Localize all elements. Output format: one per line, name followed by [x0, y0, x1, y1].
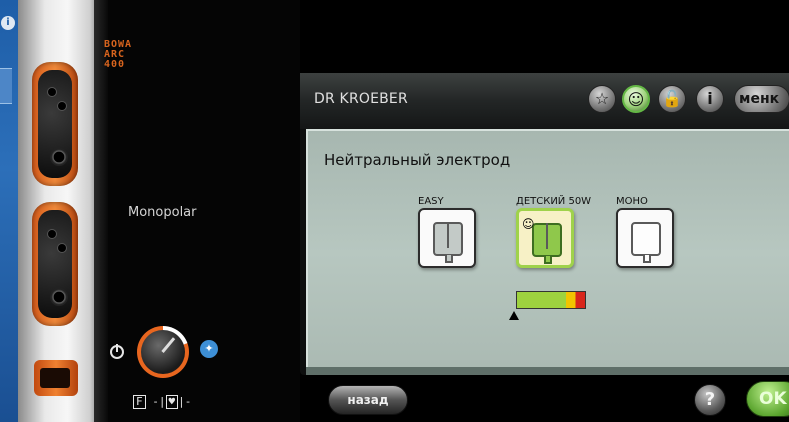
- device-housing: [18, 0, 108, 422]
- pad-stem: [544, 256, 552, 264]
- ok-button[interactable]: OK: [746, 381, 789, 417]
- option-easy-button[interactable]: [418, 208, 476, 268]
- menu-button[interactable]: менк: [734, 85, 789, 113]
- logo-line: 400: [104, 59, 126, 70]
- child-pad-icon: [532, 223, 562, 264]
- option-mono-button[interactable]: [616, 208, 674, 268]
- adjacent-panel: [0, 68, 12, 104]
- profile-name: DR KROEBER: [314, 91, 408, 107]
- socket-pin: [58, 102, 66, 110]
- child-icon: ☺: [522, 217, 535, 231]
- monopolar-socket-2[interactable]: [32, 202, 78, 326]
- top-bar: DR KROEBER ☆ ☺ 🔓 i менк: [300, 73, 789, 129]
- lock-icon[interactable]: 🔓: [658, 85, 686, 113]
- monopolar-socket-1[interactable]: [32, 62, 78, 186]
- socket-pin: [48, 230, 56, 238]
- footswitch-icon[interactable]: ✦: [200, 340, 218, 358]
- child-mode-icon[interactable]: ☺: [622, 85, 650, 113]
- heart-icon: ♥: [165, 395, 179, 409]
- power-pointer-icon: [509, 311, 519, 320]
- info-icon: i: [1, 16, 15, 30]
- socket-main-pin: [50, 148, 68, 166]
- power-icon[interactable]: [110, 344, 124, 359]
- neutral-electrode-socket[interactable]: [34, 360, 78, 396]
- mono-pad-icon: [631, 222, 661, 263]
- mode-label: Monopolar: [128, 205, 197, 220]
- adjacent-screen-edge: i: [0, 0, 18, 422]
- socket-pin: [58, 244, 66, 252]
- option-child-button[interactable]: ☺: [516, 208, 574, 268]
- dialog-title: Нейтральный электрод: [324, 151, 511, 169]
- socket-main-pin: [50, 288, 68, 306]
- back-button[interactable]: назад: [328, 385, 408, 415]
- help-button[interactable]: ?: [694, 384, 726, 416]
- socket-inner: [38, 70, 72, 178]
- pad-stem: [445, 255, 453, 263]
- touch-screen: DR KROEBER ☆ ☺ 🔓 i менк Нейтральный элек…: [300, 73, 789, 417]
- footer-symbols: F -| ♥ |-: [133, 395, 191, 409]
- neutral-electrode-dialog: Нейтральный электрод EASY ДЕТСКИЙ 50W ☺ …: [306, 129, 789, 417]
- socket-inner: [38, 210, 72, 318]
- option-label-easy: EASY: [418, 196, 444, 207]
- split-pad-icon: [433, 222, 463, 263]
- power-knob[interactable]: [137, 326, 189, 378]
- info-icon[interactable]: i: [696, 85, 724, 113]
- option-label-child: ДЕТСКИЙ 50W: [516, 196, 592, 207]
- pad-stem: [643, 255, 651, 263]
- bottom-bar: [306, 367, 789, 375]
- option-label-mono: МОНО: [616, 196, 648, 207]
- socket-inner: [40, 368, 70, 388]
- connector-icon: |-: [178, 395, 192, 408]
- power-level-bar: [516, 291, 586, 309]
- bowa-logo: BOWA ARC 400: [104, 40, 132, 70]
- connector-icon: -|: [152, 395, 166, 408]
- knob-face: [141, 330, 185, 374]
- socket-pin: [48, 88, 56, 96]
- favorites-star-icon[interactable]: ☆: [588, 85, 616, 113]
- footswitch-letter: F: [133, 395, 146, 409]
